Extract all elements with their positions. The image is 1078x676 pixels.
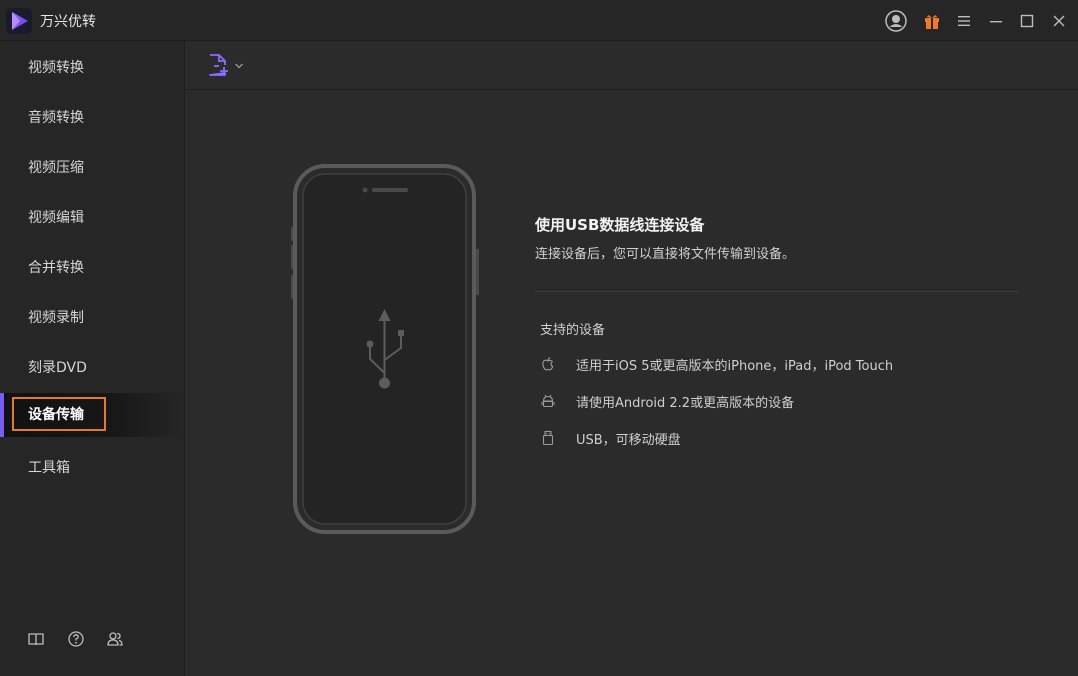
supported-devices-title: 支持的设备	[540, 323, 606, 338]
device-text: USB，可移动硬盘	[576, 433, 681, 448]
apple-icon	[542, 357, 554, 371]
title-bar: 万兴优转	[0, 0, 1078, 41]
sidebar-item-toolbox[interactable]: 工具箱	[0, 446, 184, 490]
sidebar: 视频转换 音频转换 视频压缩 视频编辑 合并转换 视频录制 刻录DVD 设备传输…	[0, 41, 185, 676]
sidebar-item-video-edit[interactable]: 视频编辑	[0, 196, 184, 240]
sidebar-item-label: 刻录DVD	[28, 360, 87, 376]
toolbar	[185, 41, 1078, 90]
book-icon[interactable]	[27, 630, 45, 648]
sidebar-item-label: 合并转换	[28, 260, 84, 276]
android-icon	[541, 394, 555, 408]
sidebar-item-label: 视频录制	[28, 310, 84, 326]
main-subtitle: 连接设备后，您可以直接将文件传输到设备。	[535, 247, 796, 262]
phone-illustration	[291, 164, 479, 534]
main-title: 使用USB数据线连接设备	[535, 216, 705, 234]
account-icon[interactable]	[885, 10, 907, 32]
app-title: 万兴优转	[40, 14, 96, 30]
sidebar-item-merge[interactable]: 合并转换	[0, 246, 184, 290]
sidebar-item-video-convert[interactable]: 视频转换	[0, 46, 184, 90]
sidebar-item-label: 视频压缩	[28, 160, 84, 176]
users-icon[interactable]	[106, 630, 124, 648]
chevron-down-icon	[235, 63, 243, 69]
usb-drive-icon	[542, 430, 554, 446]
sidebar-item-label: 音频转换	[28, 110, 84, 126]
sidebar-item-label: 视频编辑	[28, 210, 84, 226]
device-text: 请使用Android 2.2或更高版本的设备	[576, 396, 795, 411]
menu-icon[interactable]	[953, 10, 975, 32]
sidebar-item-device-transfer[interactable]: 设备传输	[0, 393, 184, 437]
sidebar-item-label: 视频转换	[28, 60, 84, 76]
sidebar-item-label: 设备传输	[28, 407, 84, 423]
divider	[535, 291, 1019, 292]
add-file-button[interactable]	[207, 53, 247, 79]
add-file-icon	[209, 54, 228, 76]
close-icon[interactable]	[1048, 10, 1070, 32]
active-indicator	[0, 393, 4, 437]
device-text: 适用于iOS 5或更高版本的iPhone，iPad，iPod Touch	[576, 359, 894, 374]
gift-icon[interactable]	[921, 10, 943, 32]
sidebar-item-label: 工具箱	[28, 460, 70, 476]
sidebar-item-audio-convert[interactable]: 音频转换	[0, 96, 184, 140]
sidebar-item-record[interactable]: 视频录制	[0, 296, 184, 340]
app-logo	[6, 8, 32, 34]
maximize-icon[interactable]	[1016, 10, 1038, 32]
minimize-icon[interactable]	[985, 10, 1007, 32]
sidebar-item-burn-dvd[interactable]: 刻录DVD	[0, 346, 184, 390]
sidebar-item-video-compress[interactable]: 视频压缩	[0, 146, 184, 190]
help-icon[interactable]	[67, 630, 85, 648]
